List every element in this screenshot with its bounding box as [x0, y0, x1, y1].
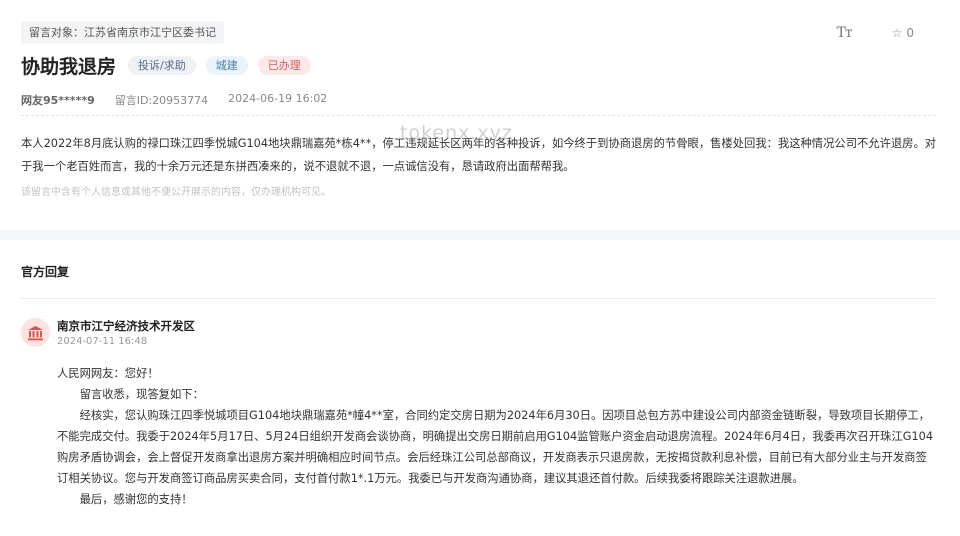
message-meta: 网友95*****9 留言ID:20953774 2024-06-19 16:0…: [21, 92, 327, 108]
reply-closing: 最后，感谢您的支持！: [79, 493, 193, 506]
favorite-button[interactable]: ☆ 0: [892, 26, 914, 40]
reply-heading: 官方回复: [21, 265, 70, 279]
reply-date: 2024-07-11 16:48: [57, 336, 148, 347]
message-card: 留言对象：江苏省南京市江宁区委书记 Tт ☆ 0 协助我退房 投诉/求助 城建 …: [0, 0, 960, 230]
divider: [21, 298, 936, 299]
reply-greeting: 人民网网友：您好！: [57, 367, 159, 380]
toolbar: Tт ☆ 0: [837, 25, 915, 41]
message-content: 本人2022年8月底认购的禄口珠江四季悦城G104地块鼎瑞嘉苑*栋4**，停工违…: [21, 137, 937, 173]
official-reply-section: 官方回复 南京市江宁经济技术开发区 2024-07-11 16:48 人民网网友…: [0, 240, 960, 536]
font-size-button[interactable]: Tт: [836, 25, 853, 41]
reply-body: 人民网网友：您好！ 留言收悉，现答复如下： 经核实，您认购珠江四季悦城项目G10…: [57, 363, 937, 510]
title-row: 协助我退房 投诉/求助 城建 已办理: [21, 52, 311, 79]
section-separator: [0, 230, 960, 240]
divider: [21, 115, 936, 116]
star-icon: ☆: [891, 26, 903, 40]
page-title: 协助我退房: [21, 56, 117, 78]
reply-paragraph: 经核实，您认购珠江四季悦城项目G104地块鼎瑞嘉苑*幢4**室，合同约定交房日期…: [57, 409, 934, 485]
favorite-count: 0: [906, 26, 914, 40]
message-date: 2024-06-19 16:02: [228, 92, 328, 105]
tag-field[interactable]: 城建: [205, 56, 248, 75]
org-name: 南京市江宁经济技术开发区: [57, 319, 195, 333]
author-name: 网友95*****9: [21, 94, 95, 107]
status-badge: 已办理: [257, 56, 311, 75]
government-building-icon: [28, 325, 43, 340]
recipient-badge: 留言对象：江苏省南京市江宁区委书记: [21, 21, 224, 44]
message-id: 留言ID:20953774: [114, 94, 209, 107]
tag-type[interactable]: 投诉/求助: [128, 56, 196, 75]
privacy-note: 该留言中含有个人信息或其他不便公开展示的内容，仅办理机构可见。: [21, 187, 331, 198]
reply-ack: 留言收悉，现答复如下：: [79, 388, 204, 401]
avatar: [21, 318, 50, 347]
font-size-icon: Tт: [836, 25, 853, 41]
